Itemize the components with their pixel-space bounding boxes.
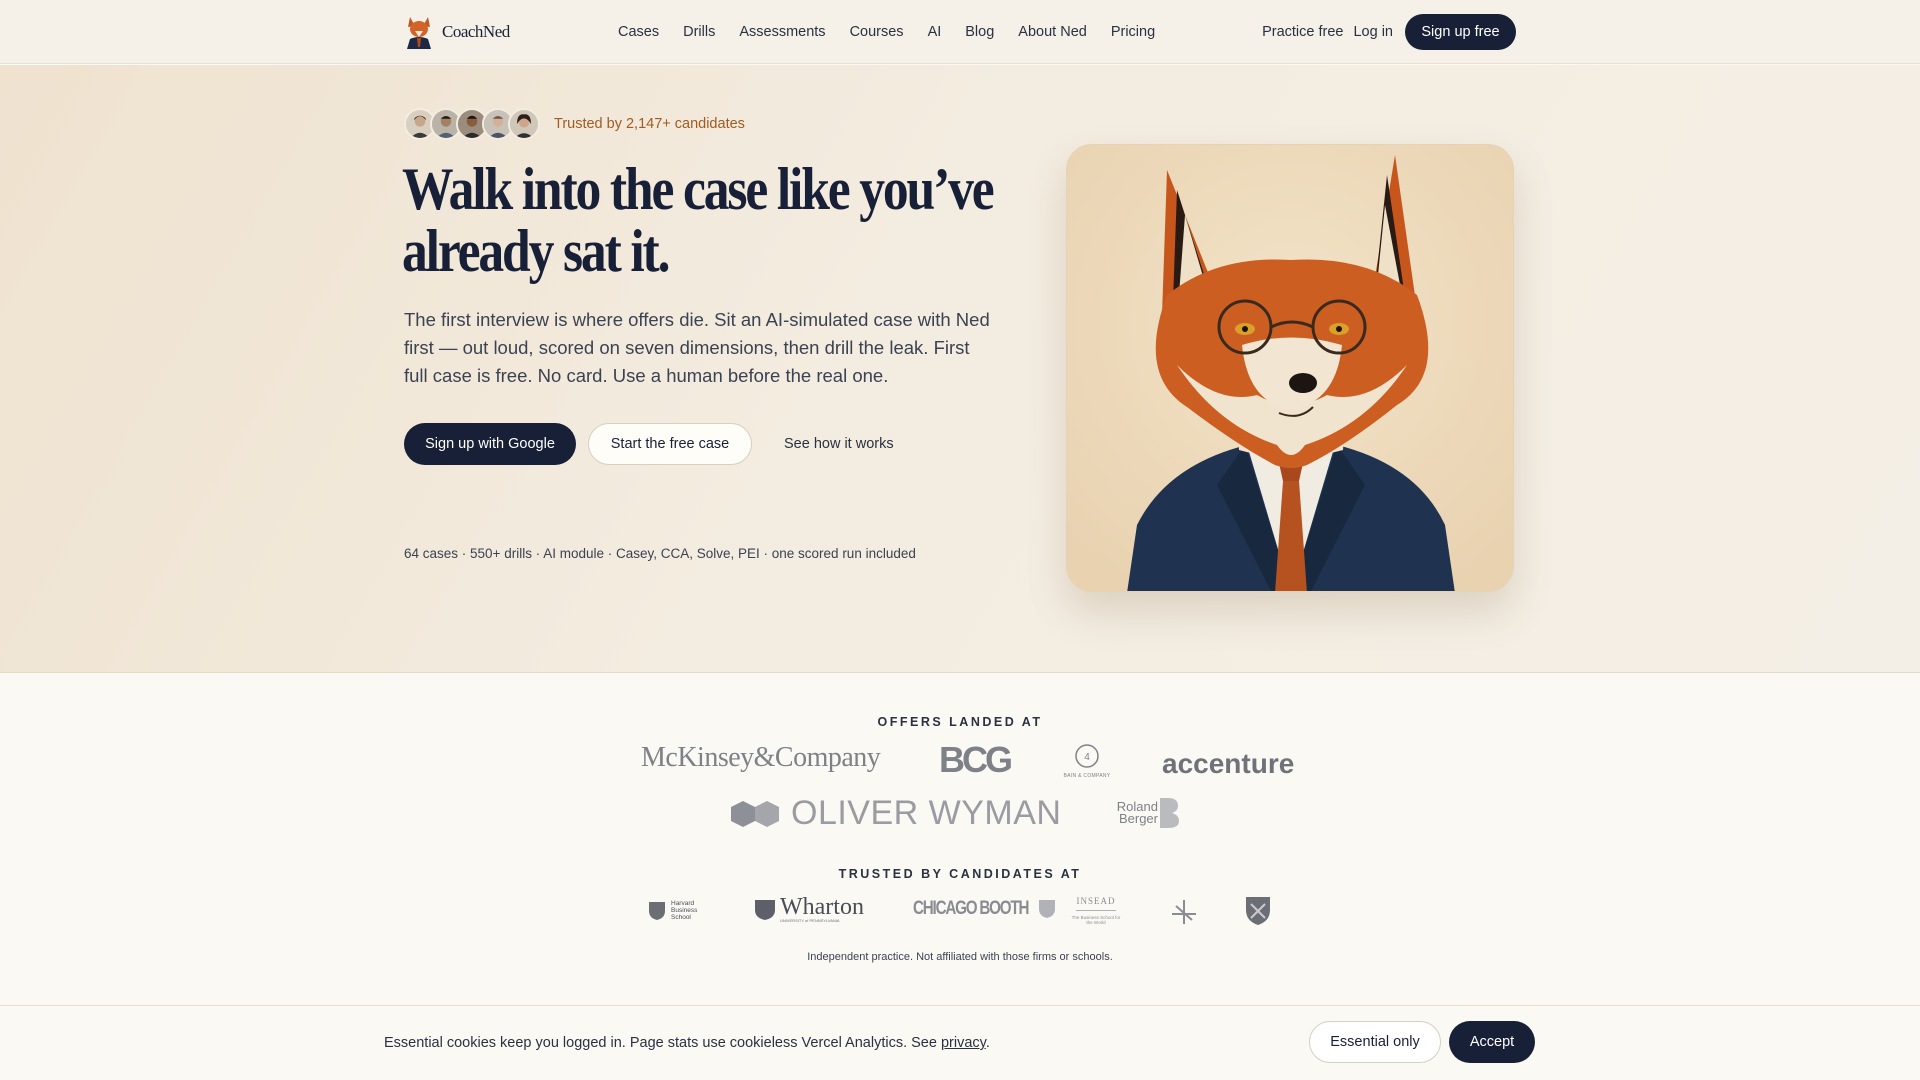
booth-name: CHICAGO BOOTH: [913, 898, 1029, 919]
offers-label: OFFERS LANDED AT: [877, 715, 1043, 729]
practice-free-link[interactable]: Practice free: [1262, 24, 1343, 40]
brand-logo-link[interactable]: CoachNed: [404, 15, 510, 49]
cross-emblem-icon: [1172, 900, 1196, 924]
insead-logo: INSEAD The Business School for the World: [1068, 896, 1124, 925]
nav-drills[interactable]: Drills: [683, 24, 715, 40]
start-free-case-button[interactable]: Start the free case: [588, 423, 752, 465]
hero-title: Walk into the case like you’ve already s…: [402, 158, 995, 284]
oliver-wyman-name: OLIVER WYMAN: [791, 794, 1062, 832]
google-signup-button[interactable]: Sign up with Google: [404, 423, 576, 465]
signup-button[interactable]: Sign up free: [1405, 14, 1516, 50]
fox-logo-icon: [407, 17, 431, 49]
trusted-count: Trusted by 2,147+ candidates: [554, 116, 745, 132]
mckinsey-logo: McKinsey&Company: [641, 742, 881, 773]
harvard-shield-icon: [649, 901, 665, 920]
nav-pricing[interactable]: Pricing: [1111, 24, 1155, 40]
oliver-wyman-logo: OLIVER WYMAN: [731, 794, 1061, 833]
nav-actions: Practice free Log in Sign up free: [1262, 14, 1516, 50]
avatar: [508, 108, 540, 140]
cookie-message-end: .: [985, 1035, 990, 1051]
penn-shield-icon: [755, 899, 775, 920]
wharton-name: Wharton: [780, 894, 864, 920]
hero-title-line-2: already sat it.: [402, 218, 670, 284]
crest-shield-icon: [1246, 897, 1270, 925]
privacy-link[interactable]: privacy: [941, 1035, 986, 1051]
disclaimer: Independent practice. Not affiliated wit…: [807, 951, 1113, 963]
hero-title-line-1: Walk into the case like you’ve: [402, 156, 995, 222]
hbs-name: Harvard Business School: [671, 900, 698, 921]
fox-portrait: [1066, 144, 1514, 592]
how-it-works-link[interactable]: See how it works: [784, 436, 894, 452]
trusted-badge: Trusted by 2,147+ candidates: [404, 108, 745, 140]
wharton-wordmark: Wharton UNIVERSITY of PENNSYLVANIA: [780, 894, 864, 923]
wharton-sub: UNIVERSITY of PENNSYLVANIA: [780, 918, 840, 923]
insead-sub: The Business School for the World: [1071, 915, 1121, 925]
essential-only-button[interactable]: Essential only: [1309, 1021, 1441, 1063]
schools-label: TRUSTED BY CANDIDATES AT: [838, 867, 1082, 881]
fox-illustration-icon: [1067, 145, 1513, 591]
bain-logo: 4 BAIN & COMPANY: [1063, 744, 1111, 779]
cookie-text: Essential cookies keep you logged in. Pa…: [384, 1035, 990, 1051]
school-emblem-5: [1170, 898, 1198, 931]
roland-berger-logo: Roland Berger: [1114, 798, 1180, 828]
svg-text:4: 4: [1084, 752, 1090, 763]
main-menu: Cases Drills Assessments Courses AI Blog…: [618, 24, 1179, 40]
hero-stats: 64 cases · 550+ drills · AI module · Cas…: [404, 546, 916, 561]
nav-ai[interactable]: AI: [928, 24, 942, 40]
hbs-logo: Harvard Business School: [648, 900, 705, 921]
booth-shield-icon: [1039, 900, 1056, 918]
wharton-logo: Wharton UNIVERSITY of PENNSYLVANIA: [754, 894, 864, 923]
accept-cookies-button[interactable]: Accept: [1449, 1021, 1535, 1063]
bcg-logo: BCG: [939, 739, 1013, 780]
school-emblem-6: [1245, 896, 1271, 931]
cookie-message: Essential cookies keep you logged in. Pa…: [384, 1035, 941, 1051]
booth-logo: CHICAGO BOOTH: [913, 898, 1056, 920]
top-nav: CoachNed Cases Drills Assessments Course…: [0, 0, 1920, 64]
nav-cases[interactable]: Cases: [618, 24, 659, 40]
nav-assessments[interactable]: Assessments: [739, 24, 825, 40]
accenture-logo: accenture: [1162, 748, 1295, 779]
avatar-stack: [404, 108, 540, 140]
hero-lead: The first interview is where offers die.…: [404, 309, 990, 386]
oliver-wyman-mark-icon: [731, 800, 779, 827]
nav-blog[interactable]: Blog: [965, 24, 994, 40]
brand-name: CoachNed: [442, 22, 510, 41]
bain-name: BAIN & COMPANY: [1063, 773, 1111, 779]
login-link[interactable]: Log in: [1353, 24, 1393, 40]
insead-name: INSEAD: [1076, 896, 1116, 906]
nav-about[interactable]: About Ned: [1018, 24, 1087, 40]
roland-berger-mark-icon: [1160, 798, 1179, 828]
hero-cta-row: Sign up with Google Start the free case …: [404, 423, 894, 465]
roland-berger-name: Roland Berger: [1116, 799, 1158, 826]
bain-emblem-icon: 4: [1075, 744, 1099, 768]
nav-courses[interactable]: Courses: [850, 24, 904, 40]
